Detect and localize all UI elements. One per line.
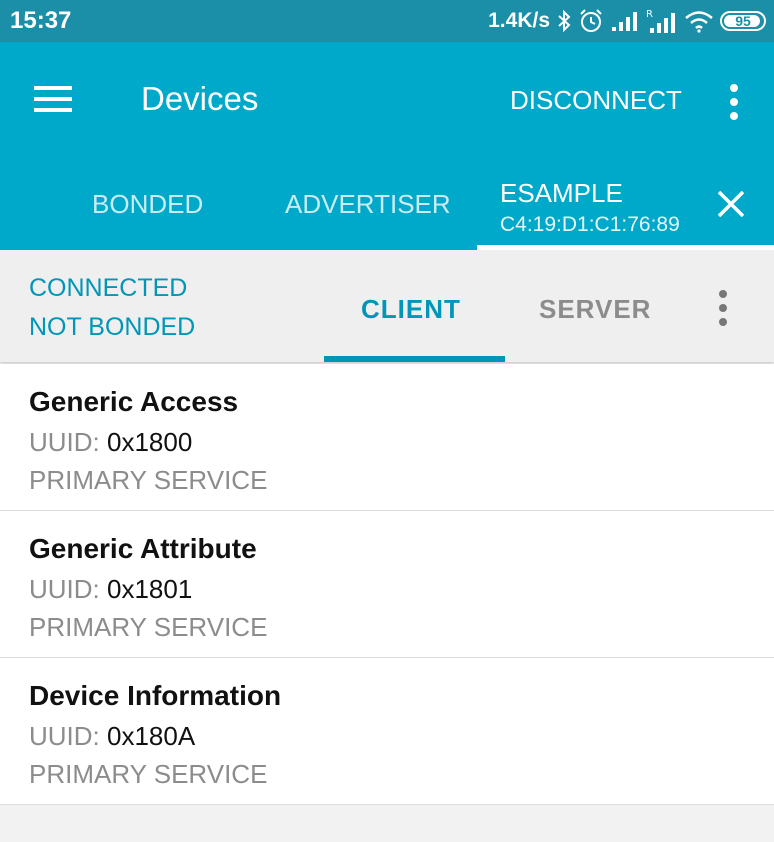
tab-device-address: C4:19:D1:C1:76:89 [500,213,680,236]
service-list: Generic Access UUID: 0x1800 PRIMARY SERV… [0,364,774,805]
wifi-icon [685,11,713,33]
list-item[interactable]: Generic Attribute UUID: 0x1801 PRIMARY S… [0,511,774,658]
app-bar: Devices DISCONNECT BONDED ADVERTISER ESA… [0,42,774,250]
uuid-label: UUID: [29,427,100,457]
service-name: Generic Access [29,386,239,417]
uuid-label: UUID: [29,574,100,604]
service-type: PRIMARY SERVICE [29,759,268,789]
bond-state: NOT BONDED [29,313,196,341]
status-bar: 15:37 1.4K/s R 95 [0,0,774,42]
uuid-value: 0x1801 [107,574,193,604]
connection-state: CONNECTED [29,274,188,302]
disconnect-button[interactable]: DISCONNECT [510,85,682,116]
tab-bonded[interactable]: BONDED [92,189,203,220]
uuid-label: UUID: [29,721,100,751]
battery-icon: 95 [720,11,766,31]
network-speed: 1.4K/s [488,9,550,32]
close-icon[interactable] [716,189,746,219]
more-vert-icon[interactable] [722,82,746,122]
service-type: PRIMARY SERVICE [29,612,268,642]
tab-device-name: ESAMPLE [500,178,623,208]
status-icons: 1.4K/s R 95 [488,5,766,37]
page-title: Devices [141,80,259,117]
service-uuid: UUID: 0x1801 [29,574,192,605]
service-uuid: UUID: 0x180A [29,721,195,752]
list-item[interactable]: Generic Access UUID: 0x1800 PRIMARY SERV… [0,364,774,511]
uuid-value: 0x180A [107,721,196,751]
signal-roaming-icon: R [646,9,675,33]
alarm-icon [580,9,602,32]
tab-client[interactable]: CLIENT [361,294,461,325]
service-type: PRIMARY SERVICE [29,465,268,495]
service-name: Device Information [29,680,282,711]
hamburger-menu-icon[interactable] [34,84,72,114]
service-name: Generic Attribute [29,533,257,564]
tab-advertiser[interactable]: ADVERTISER [285,189,451,220]
subtab-selected-indicator [324,356,505,362]
tab-device[interactable]: ESAMPLE C4:19:D1:C1:76:89 [500,178,680,237]
uuid-value: 0x1800 [107,427,193,457]
connection-bar: CONNECTED NOT BONDED CLIENT SERVER [0,250,774,362]
battery-percent: 95 [735,13,751,29]
signal-icon [612,12,637,31]
svg-text:R: R [646,9,653,20]
tab-server[interactable]: SERVER [539,294,651,325]
bluetooth-icon [558,9,571,33]
service-uuid: UUID: 0x1800 [29,427,192,458]
more-vert-icon[interactable] [711,288,735,328]
list-item[interactable]: Device Information UUID: 0x180A PRIMARY … [0,658,774,805]
status-time: 15:37 [10,7,72,34]
